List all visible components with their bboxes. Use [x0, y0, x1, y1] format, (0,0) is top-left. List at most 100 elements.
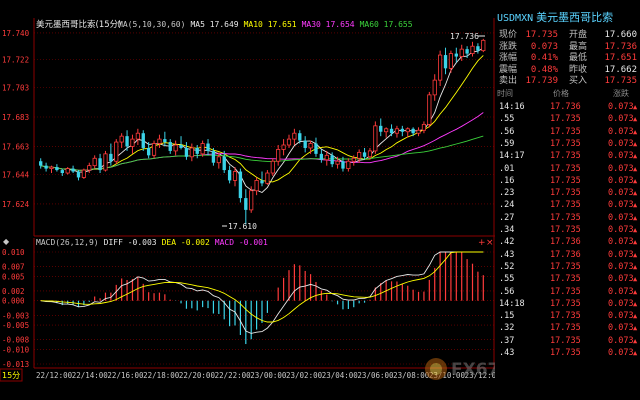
ma-legend-item: MA60 17.655	[360, 20, 413, 29]
tick-price: 17.735	[550, 298, 581, 309]
price-tick-label: 17.683	[2, 113, 29, 122]
time-label: 22/18:00	[143, 371, 180, 380]
macd-add-icon[interactable]: +	[478, 238, 486, 248]
tick-row: .27 17.735 0.073 ▲	[495, 212, 640, 224]
tick-price: 17.735	[550, 188, 581, 199]
candle	[427, 91, 432, 128]
time-axis: 15分 22/12:00 22/14:00 22/16:00 22/18:00 22/2…	[0, 368, 495, 400]
macd-tick-label: 0.007	[2, 263, 25, 272]
quote-value: 17.739	[525, 76, 558, 87]
up-arrow-icon: ▲	[633, 349, 638, 357]
candle	[114, 139, 119, 165]
up-arrow-icon: ▲	[633, 115, 638, 124]
quote-label: 卖出	[499, 76, 518, 87]
quote-value: 0.48%	[530, 64, 558, 75]
ma-legend: MA(5,10,30,60) MA5 17.649 MA10 17.651 MA30 …	[118, 20, 413, 29]
macd-panel-marker: ◆	[3, 237, 10, 246]
tick-row: .56 17.735 0.073 ▲	[495, 126, 640, 138]
tick-row: .43 17.735 0.073 ▲	[495, 347, 640, 359]
tick-change: 0.073	[608, 249, 634, 260]
tick-price: 17.735	[550, 348, 581, 358]
tick-price: 17.736	[550, 102, 581, 112]
tick-time: .01	[499, 163, 515, 174]
tick-price: 17.735	[550, 114, 581, 125]
symbol-code: USDMXN	[497, 13, 534, 24]
quote-value: 17.735	[525, 30, 558, 40]
ma-legend-item: MA5 17.649	[190, 20, 238, 29]
tick-row: .59 17.735 0.073 ▲	[495, 138, 640, 150]
quote-label: 昨收	[569, 64, 588, 75]
up-arrow-icon: ▲	[633, 336, 638, 345]
macd-legend-item: MACD -0.001	[215, 238, 268, 247]
period-selector[interactable]: 15分	[2, 371, 20, 380]
price-tick-label: 17.722	[2, 55, 29, 64]
ma-legend-item: MA10 17.651	[244, 20, 297, 29]
tick-row: .42 17.736 0.073 ▲	[495, 236, 640, 248]
quote-value: 17.651	[604, 53, 637, 64]
tick-time: .52	[499, 261, 515, 272]
tick-change: 0.073	[608, 237, 634, 248]
tick-row: .15 17.735 0.073 ▲	[495, 310, 640, 322]
macd-tick-label: -0.005	[2, 321, 29, 330]
tick-price: 17.735	[550, 261, 581, 272]
up-arrow-icon: ▲	[633, 103, 638, 111]
tick-change: 0.073	[608, 311, 634, 322]
up-arrow-icon: ▲	[633, 250, 638, 259]
candle	[81, 168, 86, 179]
quote-value: 17.660	[604, 30, 637, 40]
tick-time: 14:16	[499, 102, 525, 112]
quote-label: 最高	[569, 41, 588, 52]
macd-close-icon[interactable]: ×	[486, 238, 494, 248]
symbol-header[interactable]: USDMXN 美元墨西哥比索	[497, 11, 638, 25]
ticks-header-price: 价格	[553, 89, 569, 98]
time-label: 22/12:00	[36, 371, 73, 380]
tick-change: 0.073	[608, 225, 634, 235]
quote-row: 卖出 17.739 买入 17.735	[495, 75, 640, 87]
tick-change: 0.073	[608, 261, 634, 272]
macd-legend: MACD(26,12,9) DIFF -0.003 DEA -0.002 MACD -…	[36, 238, 268, 247]
tick-row: .01 17.735 0.073 ▲	[495, 163, 640, 175]
tick-change: 0.073	[608, 151, 634, 162]
quote-row: 涨幅 0.41% 最低 17.651	[495, 52, 640, 64]
tick-price: 17.735	[550, 138, 581, 149]
up-arrow-icon: ▲	[633, 324, 638, 333]
macd-tick-label: 0.000	[2, 297, 25, 306]
tick-price: 17.735	[550, 225, 581, 235]
quote-row: 现价 17.735 开盘 17.660	[495, 29, 640, 41]
candlestick-chart[interactable]: 17.740 17.722 17.703 17.683 17.663 17.644 17.6…	[0, 0, 495, 400]
tick-change: 0.073	[608, 126, 634, 137]
macd-tick-label: 0.005	[2, 272, 25, 281]
tick-time: .24	[499, 200, 515, 211]
tick-change: 0.073	[608, 348, 634, 358]
macd-legend-item: DEA -0.002	[162, 238, 210, 247]
tick-price: 17.735	[550, 200, 581, 211]
quote-row: 涨跌 0.073 最高 17.736	[495, 41, 640, 53]
macd-tick-label: -0.013	[2, 360, 29, 369]
price-panel-title: 美元墨西哥比索(15分)	[36, 19, 121, 30]
up-arrow-icon: ▲	[633, 139, 638, 148]
up-arrow-icon: ▲	[633, 299, 638, 308]
time-label: 23/00:00	[250, 371, 287, 380]
time-label: 22/16:00	[107, 371, 144, 380]
tick-row: .23 17.735 0.073 ▲	[495, 187, 640, 199]
time-label: 22/14:00	[72, 371, 109, 380]
time-label: 23/06:00	[357, 371, 394, 380]
time-label: 23/04:00	[322, 371, 359, 380]
time-label: 23/08:00	[393, 371, 430, 380]
tick-row: 14:17 17.735 0.073 ▲	[495, 150, 640, 162]
time-label: 23/02:00	[286, 371, 323, 380]
up-arrow-icon: ▲	[633, 262, 638, 271]
tick-change: 0.073	[608, 163, 634, 174]
price-tick-label: 17.740	[2, 29, 30, 38]
tick-row: .56 17.735 0.073 ▲	[495, 286, 640, 298]
tick-change: 0.073	[608, 323, 634, 334]
tick-row: .24 17.735 0.073 ▲	[495, 199, 640, 211]
tick-row: .32 17.735 0.073 ▲	[495, 322, 640, 334]
quote-label: 开盘	[569, 30, 588, 40]
tick-price: 17.735	[550, 163, 581, 174]
tick-time: .15	[499, 311, 515, 322]
ticks-header: 时间 价格 涨跌	[495, 88, 640, 100]
tick-row: .55 17.735 0.073 ▲	[495, 113, 640, 125]
high-label: 17.736	[450, 32, 479, 41]
tick-change: 0.073	[608, 298, 634, 309]
